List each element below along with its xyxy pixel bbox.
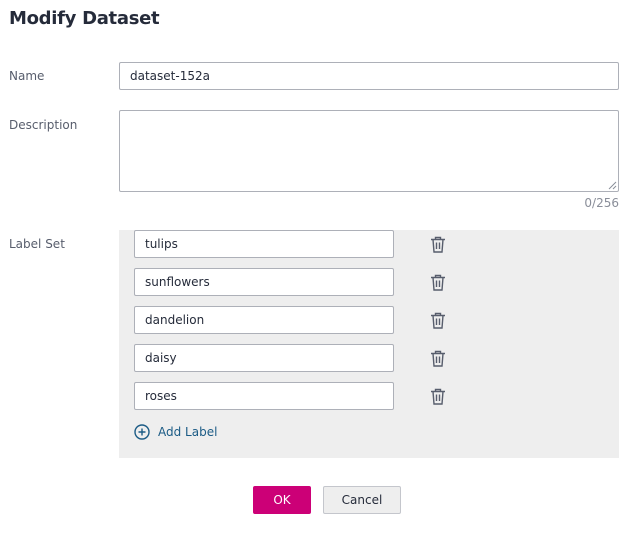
- cancel-button[interactable]: Cancel: [323, 486, 401, 514]
- label-row: [134, 382, 445, 410]
- label-set-panel: Add Label: [119, 230, 619, 458]
- add-label-button[interactable]: Add Label: [134, 423, 217, 441]
- ok-button[interactable]: OK: [253, 486, 311, 514]
- description-label: Description: [9, 118, 78, 132]
- plus-circle-icon: [134, 424, 150, 440]
- label-input-daisy[interactable]: [134, 344, 394, 372]
- description-char-counter: 0/256: [584, 196, 619, 210]
- label-row: [134, 230, 445, 258]
- trash-icon[interactable]: [430, 274, 446, 291]
- label-set-label: Label Set: [9, 237, 65, 251]
- name-input[interactable]: [119, 62, 619, 90]
- label-input-roses[interactable]: [134, 382, 394, 410]
- add-label-text: Add Label: [158, 425, 218, 439]
- name-label: Name: [9, 69, 45, 83]
- label-row: [134, 306, 445, 334]
- resize-grip-icon[interactable]: [608, 181, 617, 190]
- label-input-sunflowers[interactable]: [134, 268, 394, 296]
- dialog-title: Modify Dataset: [9, 8, 160, 29]
- label-row: [134, 268, 445, 296]
- label-row: [134, 344, 445, 372]
- description-textarea[interactable]: [119, 110, 619, 192]
- trash-icon[interactable]: [430, 350, 446, 367]
- trash-icon[interactable]: [430, 236, 446, 253]
- trash-icon[interactable]: [430, 312, 446, 329]
- label-input-dandelion[interactable]: [134, 306, 394, 334]
- label-input-tulips[interactable]: [134, 230, 394, 258]
- trash-icon[interactable]: [430, 388, 446, 405]
